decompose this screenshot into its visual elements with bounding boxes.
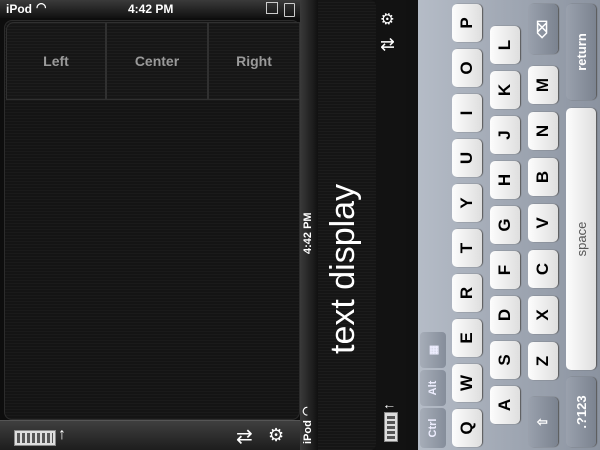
keyboard-icon[interactable] [384, 412, 398, 442]
status-time: 4:42 PM [302, 212, 314, 254]
keyboard-toolbar: ↑ ⇅ ⚙ [376, 0, 406, 450]
key-q[interactable]: Q [452, 409, 482, 447]
key-x[interactable]: X [528, 296, 558, 334]
left-click-button[interactable]: Left [6, 22, 106, 100]
gear-icon[interactable]: ⚙ [378, 12, 398, 26]
backspace-icon: ⌫ [535, 19, 550, 39]
keyboard-screen: iPod ◠ 4:42 PM text display ↑ ⇅ ⚙ Ctrl A… [300, 0, 600, 450]
status-bar-rotated: iPod ◠ 4:42 PM [300, 0, 318, 450]
lock-icon [266, 2, 278, 14]
backspace-key[interactable]: ⌫ [528, 4, 558, 54]
key-z[interactable]: Z [528, 342, 558, 380]
windows-key[interactable]: ▦ [420, 332, 446, 368]
touchpad-screen: iPod ◠ 4:42 PM Left Center Right ↑ ⇄ ⚙ [0, 0, 300, 450]
swap-icon[interactable]: ⇄ [236, 424, 253, 449]
wifi-icon: ◠ [36, 0, 47, 14]
battery-icon [284, 3, 295, 17]
key-s[interactable]: S [490, 341, 520, 379]
key-v[interactable]: V [528, 204, 558, 242]
ctrl-key[interactable]: Ctrl [420, 408, 446, 448]
key-u[interactable]: U [452, 139, 482, 177]
key-t[interactable]: T [452, 229, 482, 267]
key-i[interactable]: I [452, 94, 482, 132]
up-arrow-icon[interactable]: ↑ [58, 426, 66, 444]
key-y[interactable]: Y [452, 184, 482, 222]
key-h[interactable]: H [490, 161, 520, 199]
key-o[interactable]: O [452, 49, 482, 87]
center-click-button[interactable]: Center [106, 22, 208, 100]
swap-icon[interactable]: ⇅ [378, 37, 399, 52]
key-m[interactable]: M [528, 66, 558, 104]
keyboard-icon[interactable] [14, 430, 56, 446]
key-n[interactable]: N [528, 112, 558, 150]
shift-icon: ⇧ [535, 416, 550, 428]
alt-key[interactable]: Alt [420, 370, 446, 406]
space-key[interactable]: space [566, 108, 596, 370]
carrier-label: iPod [302, 420, 314, 444]
key-d[interactable]: D [490, 296, 520, 334]
key-c[interactable]: C [528, 250, 558, 288]
key-e[interactable]: E [452, 319, 482, 357]
shift-key[interactable]: ⇧ [528, 397, 558, 447]
key-w[interactable]: W [452, 364, 482, 402]
key-k[interactable]: K [490, 71, 520, 109]
status-bar: iPod ◠ 4:42 PM [0, 0, 300, 18]
up-arrow-icon[interactable]: ↑ [380, 403, 396, 410]
windows-icon: ▦ [427, 344, 440, 356]
right-click-button[interactable]: Right [208, 22, 300, 100]
status-time: 4:42 PM [128, 2, 174, 16]
return-key[interactable]: return [566, 4, 596, 100]
key-g[interactable]: G [490, 206, 520, 244]
text-display: text display [324, 183, 362, 354]
numbers-key[interactable]: .?123 [566, 377, 596, 447]
key-l[interactable]: L [490, 26, 520, 64]
key-f[interactable]: F [490, 251, 520, 289]
bottom-toolbar: ↑ ⇄ ⚙ [0, 420, 300, 450]
key-p[interactable]: P [452, 4, 482, 42]
onscreen-keyboard: Ctrl Alt ▦ Q W E R T Y U I O P A S D F G… [418, 0, 600, 450]
key-a[interactable]: A [490, 386, 520, 424]
text-display-area: text display [318, 0, 376, 450]
wifi-icon: ◠ [301, 406, 313, 416]
key-r[interactable]: R [452, 274, 482, 312]
key-j[interactable]: J [490, 116, 520, 154]
gear-icon[interactable]: ⚙ [268, 425, 284, 446]
carrier-label: iPod [6, 2, 32, 16]
key-b[interactable]: B [528, 158, 558, 196]
